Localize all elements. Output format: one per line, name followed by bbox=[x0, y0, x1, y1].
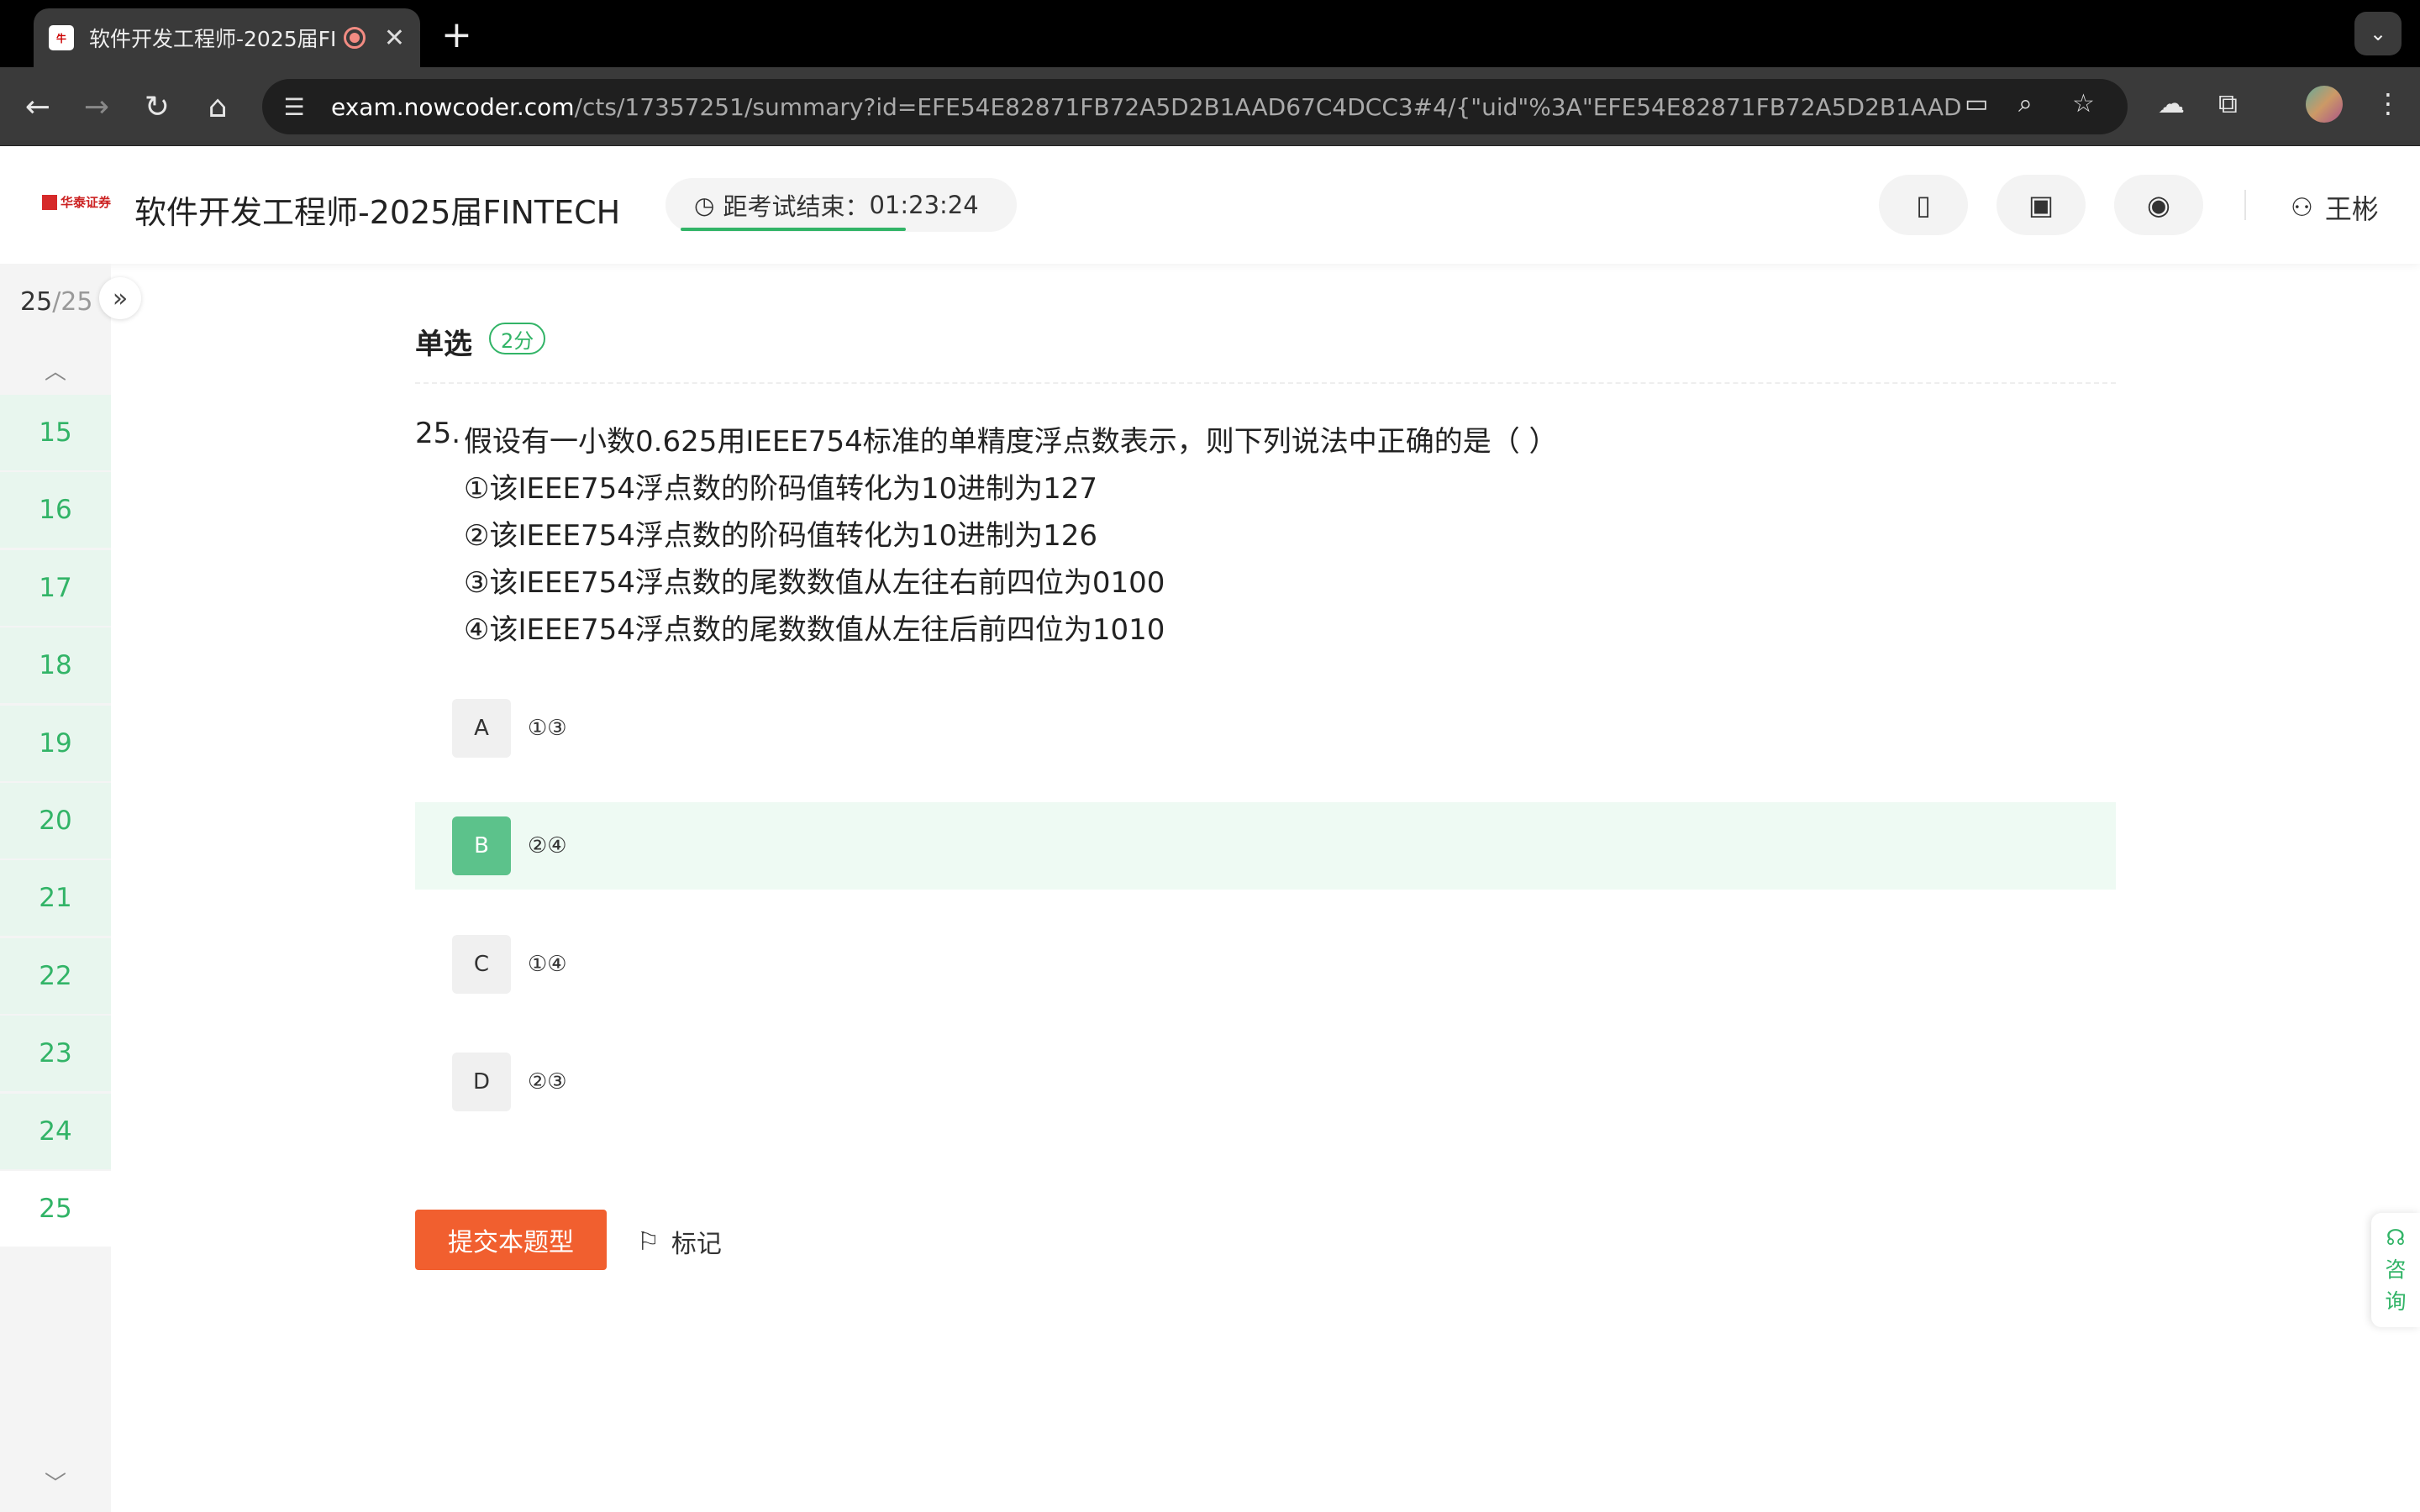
question-text: 假设有一小数0.625用IEEE754标准的单精度浮点数表示，则下列说法中正确的… bbox=[464, 418, 1558, 654]
exam-header: 华泰证券 软件开发工程师-2025届FINTECH ◷ 距考试结束： 01:23… bbox=[0, 146, 2420, 264]
site-info-icon[interactable]: ☰ bbox=[277, 93, 311, 121]
question-type: 单选 bbox=[415, 328, 472, 361]
browser-toolbar: ← → ↻ ⌂ ☰ exam.nowcoder.com/cts/17357251… bbox=[0, 67, 2420, 146]
exam-title: 软件开发工程师-2025届FINTECH bbox=[134, 194, 621, 231]
option-a[interactable]: A ①③ bbox=[415, 685, 2116, 772]
company-logo: 华泰证券 bbox=[42, 193, 111, 211]
sidebar-question-15[interactable]: 15 bbox=[0, 395, 111, 470]
sidebar-question-24[interactable]: 24 bbox=[0, 1093, 111, 1169]
screen-monitor-icon[interactable]: ▣ bbox=[1996, 175, 2086, 235]
headset-icon: ☊ bbox=[2386, 1226, 2406, 1251]
camera-icon[interactable]: ▭ bbox=[1965, 89, 1988, 118]
tab-search-icon[interactable]: ⌄ bbox=[2354, 12, 2402, 55]
option-text: ①③ bbox=[528, 716, 567, 741]
expand-sidebar-icon[interactable]: » bbox=[99, 277, 141, 319]
option-letter[interactable]: B bbox=[452, 816, 511, 875]
divider bbox=[415, 382, 2116, 384]
sidebar-question-19[interactable]: 19 bbox=[0, 705, 111, 781]
webcam-icon[interactable]: ◉ bbox=[2114, 175, 2203, 235]
browser-tab-bar: 牛 软件开发工程师-2025届FINTECH ✕ + ⌄ bbox=[0, 0, 2420, 67]
user-name: 王彬 bbox=[2324, 193, 2379, 225]
question-stem: 假设有一小数0.625用IEEE754标准的单精度浮点数表示，则下列说法中正确的… bbox=[464, 425, 1558, 459]
statement-3: ③该IEEE754浮点数的尾数数值从左往右前四位为0100 bbox=[464, 566, 1165, 600]
sidebar-question-20[interactable]: 20 bbox=[0, 782, 111, 858]
consult-button[interactable]: ☊ 咨 询 bbox=[2371, 1213, 2420, 1327]
phone-monitor-icon[interactable]: ▯ bbox=[1879, 175, 1968, 235]
tab-title: 软件开发工程师-2025届FINTECH bbox=[89, 27, 337, 51]
sidebar-question-23[interactable]: 23 bbox=[0, 1016, 111, 1092]
sidebar-question-17[interactable]: 17 bbox=[0, 549, 111, 626]
back-icon[interactable]: ← bbox=[17, 86, 59, 128]
logo-mark-icon bbox=[42, 194, 57, 210]
statement-1: ①该IEEE754浮点数的阶码值转化为10进制为127 bbox=[464, 472, 1098, 506]
url-text[interactable]: exam.nowcoder.com/cts/17357251/summary?i… bbox=[331, 93, 1961, 121]
cloud-extension-icon[interactable]: ☁ bbox=[2158, 87, 2185, 119]
score-badge: 2分 bbox=[489, 323, 546, 354]
option-text: ①④ bbox=[528, 952, 567, 977]
sidebar-question-16[interactable]: 16 bbox=[0, 472, 111, 549]
forward-icon[interactable]: → bbox=[76, 86, 118, 128]
submit-section-button[interactable]: 提交本题型 bbox=[415, 1210, 607, 1270]
header-divider bbox=[2244, 190, 2246, 220]
question-progress: 25/25 bbox=[20, 287, 93, 317]
exam-timer: ◷ 距考试结束： 01:23:24 bbox=[666, 178, 1017, 232]
browser-tab[interactable]: 牛 软件开发工程师-2025届FINTECH ✕ bbox=[34, 8, 420, 67]
extensions-puzzle-icon[interactable]: ⧉ bbox=[2218, 87, 2238, 120]
flag-icon: ⚐ bbox=[637, 1226, 660, 1257]
option-letter[interactable]: A bbox=[452, 699, 511, 758]
question-sidebar: 25/25 ︿ 15 16 17 18 19 20 21 22 23 24 25 ﹀ bbox=[0, 264, 111, 1512]
option-text: ②③ bbox=[528, 1069, 567, 1095]
user-icon: ⚇ bbox=[2291, 192, 2313, 223]
menu-kebab-icon[interactable]: ⋮ bbox=[2375, 87, 2402, 119]
zoom-icon[interactable]: ⌕ bbox=[2018, 89, 2033, 118]
option-c[interactable]: C ①④ bbox=[415, 921, 2116, 1008]
mark-button[interactable]: ⚐ 标记 bbox=[637, 1223, 722, 1260]
sidebar-question-25[interactable]: 25 bbox=[0, 1170, 111, 1247]
sidebar-question-21[interactable]: 21 bbox=[0, 860, 111, 937]
option-letter[interactable]: D bbox=[452, 1053, 511, 1111]
mark-label: 标记 bbox=[671, 1230, 722, 1259]
scroll-down-icon[interactable]: ﹀ bbox=[0, 1457, 111, 1507]
new-tab-icon[interactable]: + bbox=[441, 13, 472, 56]
close-tab-icon[interactable]: ✕ bbox=[384, 24, 405, 53]
reload-icon[interactable]: ↻ bbox=[136, 86, 178, 128]
timer-label: 距考试结束： bbox=[723, 192, 870, 221]
question-number: 25. bbox=[415, 417, 461, 450]
sidebar-question-18[interactable]: 18 bbox=[0, 627, 111, 704]
sidebar-question-22[interactable]: 22 bbox=[0, 937, 111, 1014]
timer-progress-bar bbox=[681, 228, 906, 231]
timer-value: 01:23:24 bbox=[869, 191, 979, 219]
home-icon[interactable]: ⌂ bbox=[197, 86, 239, 128]
recording-icon bbox=[343, 27, 366, 49]
option-b[interactable]: B ②④ bbox=[415, 802, 2116, 890]
option-text: ②④ bbox=[528, 833, 567, 858]
statement-4: ④该IEEE754浮点数的尾数数值从左往后前四位为1010 bbox=[464, 613, 1165, 647]
option-d[interactable]: D ②③ bbox=[415, 1038, 2116, 1126]
bookmark-star-icon[interactable]: ☆ bbox=[2072, 89, 2095, 118]
user-menu[interactable]: ⚇ 王彬 bbox=[2291, 188, 2379, 227]
nowcoder-favicon-icon: 牛 bbox=[49, 25, 74, 50]
scroll-up-icon[interactable]: ︿ bbox=[0, 344, 111, 395]
question-number-list: 15 16 17 18 19 20 21 22 23 24 25 bbox=[0, 395, 111, 1248]
option-letter[interactable]: C bbox=[452, 935, 511, 994]
statement-2: ②该IEEE754浮点数的阶码值转化为10进制为126 bbox=[464, 519, 1098, 553]
clock-icon: ◷ bbox=[694, 191, 715, 219]
profile-avatar[interactable] bbox=[2306, 86, 2343, 123]
address-bar[interactable]: ☰ exam.nowcoder.com/cts/17357251/summary… bbox=[262, 79, 2128, 134]
